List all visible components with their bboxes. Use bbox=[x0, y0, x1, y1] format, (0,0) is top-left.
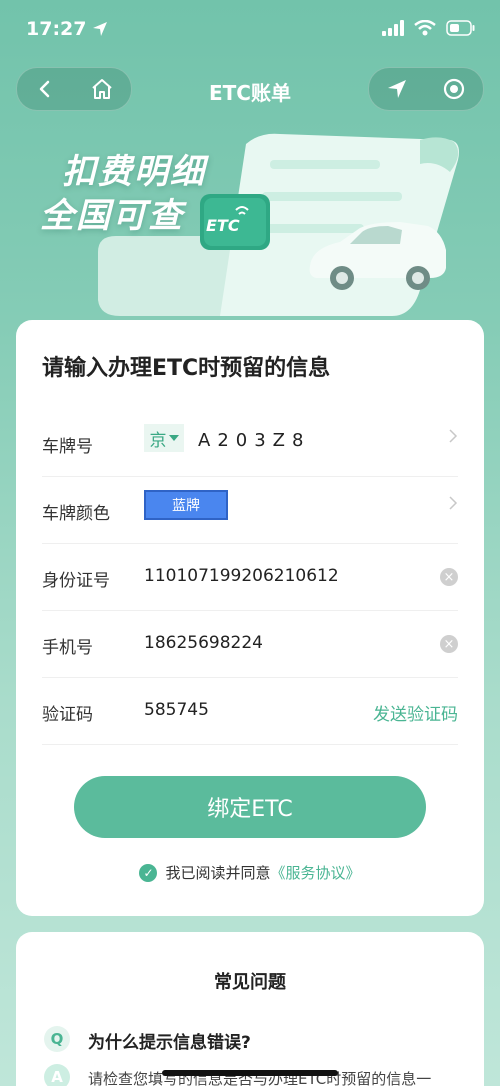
plate-color-label: 车牌颜色 bbox=[42, 504, 110, 524]
time-text: 17:27 bbox=[26, 18, 87, 40]
answer-badge: A bbox=[44, 1064, 70, 1086]
id-number-field[interactable]: 110107199206210612 bbox=[144, 566, 339, 586]
verify-code-row: 验证码 585745 发送验证码 bbox=[42, 678, 458, 745]
check-icon[interactable]: ✓ bbox=[139, 863, 158, 882]
etc-logo: ETC bbox=[206, 216, 240, 235]
navigate-icon[interactable] bbox=[386, 78, 408, 100]
chevron-right-icon bbox=[448, 495, 458, 515]
faq-card: 常见问题 Q 为什么提示信息错误? A 请检查您填写的信息是否与办理ETC时预留… bbox=[16, 932, 484, 1086]
phone-field[interactable]: 18625698224 bbox=[144, 633, 263, 653]
phone-row: 手机号 18625698224 × bbox=[42, 611, 458, 678]
plate-number-value[interactable]: A203Z8 bbox=[198, 430, 310, 451]
record-icon[interactable] bbox=[442, 77, 466, 101]
banner-title-line2: 全国可查 bbox=[40, 196, 184, 236]
faq-question[interactable]: 为什么提示信息错误? bbox=[88, 1028, 251, 1053]
caret-down-icon bbox=[168, 435, 179, 441]
location-arrow-icon bbox=[93, 22, 108, 36]
status-bar: 17:27 bbox=[0, 0, 500, 60]
phone-label: 手机号 bbox=[42, 638, 93, 658]
nav-bar: ETC账单 bbox=[0, 67, 500, 111]
send-code-button[interactable]: 发送验证码 bbox=[373, 700, 458, 725]
agreement-text: 我已阅读并同意 bbox=[165, 864, 271, 882]
plate-number-row[interactable]: 车牌号 京 A203Z8 bbox=[42, 410, 458, 477]
status-icons bbox=[382, 20, 476, 36]
service-agreement-link[interactable]: 《服务协议》 bbox=[271, 862, 361, 883]
phone-clear-button[interactable]: × bbox=[440, 629, 458, 653]
battery-icon bbox=[446, 20, 475, 36]
bind-etc-button[interactable]: 绑定ETC bbox=[74, 776, 426, 838]
wifi-icon bbox=[414, 20, 436, 36]
faq-title: 常见问题 bbox=[214, 972, 286, 993]
plate-color-tag[interactable]: 蓝牌 bbox=[144, 490, 228, 520]
id-number-row: 身份证号 110107199206210612 × bbox=[42, 544, 458, 611]
chevron-right-icon bbox=[448, 428, 458, 448]
verify-code-field[interactable]: 585745 bbox=[144, 700, 209, 720]
plate-number-label: 车牌号 bbox=[42, 437, 93, 457]
id-clear-button[interactable]: × bbox=[440, 562, 458, 586]
question-badge: Q bbox=[44, 1026, 70, 1052]
plate-color-row[interactable]: 车牌颜色 蓝牌 bbox=[42, 477, 458, 544]
id-number-label: 身份证号 bbox=[42, 571, 110, 591]
home-indicator bbox=[162, 1070, 338, 1076]
clear-icon: × bbox=[440, 568, 458, 586]
nav-right-capsule bbox=[368, 67, 484, 111]
province-selector[interactable]: 京 bbox=[144, 424, 184, 452]
verify-code-label: 验证码 bbox=[42, 705, 93, 725]
agreement-row: ✓ 我已阅读并同意 《服务协议》 bbox=[16, 862, 484, 883]
banner: 扣费明细 全国可查 ETC bbox=[0, 120, 500, 320]
banner-title-line1: 扣费明细 bbox=[62, 152, 206, 192]
etc-form-card: 请输入办理ETC时预留的信息 车牌号 京 A203Z8 车牌颜色 蓝牌 身份证号… bbox=[16, 320, 484, 916]
signal-icon bbox=[382, 20, 404, 36]
form-title: 请输入办理ETC时预留的信息 bbox=[42, 356, 331, 381]
status-time: 17:27 bbox=[26, 18, 108, 40]
clear-icon: × bbox=[440, 635, 458, 653]
province-value: 京 bbox=[149, 430, 167, 451]
